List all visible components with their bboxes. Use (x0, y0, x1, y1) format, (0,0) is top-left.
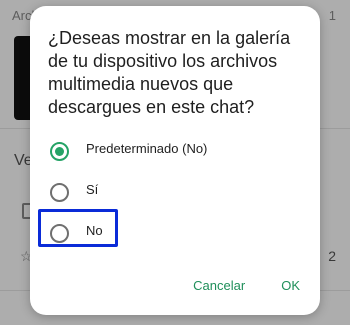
option-default-label: Predeterminado (No) (86, 141, 208, 156)
radio-selected-icon[interactable] (50, 142, 69, 161)
ok-button[interactable]: OK (279, 274, 302, 297)
dialog-title: ¿Deseas mostrar en la galería de tu disp… (48, 28, 291, 117)
highlight-annotation-box (38, 209, 118, 247)
media-visibility-dialog: ¿Deseas mostrar en la galería de tu disp… (30, 6, 320, 315)
cancel-button[interactable]: Cancelar (191, 274, 247, 297)
option-default[interactable]: Predeterminado (No) (40, 134, 310, 170)
radio-unselected-icon[interactable] (50, 183, 69, 202)
dialog-actions: Cancelar OK (191, 274, 302, 297)
option-yes[interactable]: Sí (40, 175, 310, 211)
option-yes-label: Sí (86, 182, 99, 197)
